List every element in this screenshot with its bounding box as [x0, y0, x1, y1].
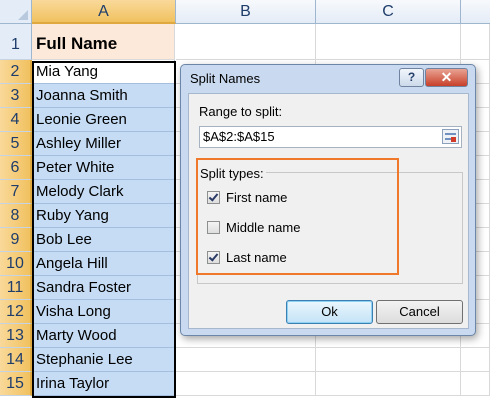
row-header[interactable]: 12 [0, 300, 32, 324]
name-cell[interactable]: Visha Long [32, 300, 175, 324]
name-cell[interactable]: Irina Taylor [32, 372, 175, 396]
column-header-b[interactable]: B [176, 0, 316, 24]
name-cell[interactable]: Leonie Green [32, 108, 175, 132]
name-cell[interactable]: Stephanie Lee [32, 348, 175, 372]
row-header[interactable]: 8 [0, 204, 32, 228]
name-cell[interactable]: Ashley Miller [32, 132, 175, 156]
help-button[interactable]: ? [399, 68, 424, 87]
row-header[interactable]: 5 [0, 132, 32, 156]
empty-cell[interactable] [461, 372, 490, 396]
column-header-c[interactable]: C [316, 0, 461, 24]
row-header[interactable]: 11 [0, 276, 32, 300]
select-all-corner[interactable] [0, 0, 32, 24]
split-names-dialog: Split Names ? ✕ Range to split: $A$2:$A$… [180, 64, 476, 336]
close-button[interactable]: ✕ [425, 68, 468, 87]
column-header-d[interactable] [461, 0, 490, 24]
empty-cell[interactable] [461, 348, 490, 372]
row-header[interactable]: 9 [0, 228, 32, 252]
select-all-triangle-icon [18, 10, 28, 20]
row-header[interactable]: 15 [0, 372, 32, 396]
row-header[interactable]: 2 [0, 60, 32, 84]
range-label: Range to split: [199, 104, 283, 119]
row-header[interactable]: 10 [0, 252, 32, 276]
name-cell[interactable]: Ruby Yang [32, 204, 175, 228]
empty-cell[interactable] [316, 348, 461, 372]
row-header[interactable]: 13 [0, 324, 32, 348]
range-value: $A$2:$A$15 [203, 129, 275, 144]
empty-cell[interactable] [461, 24, 490, 60]
row-header[interactable]: 14 [0, 348, 32, 372]
name-cell[interactable]: Sandra Foster [32, 276, 175, 300]
range-input[interactable]: $A$2:$A$15 [199, 126, 462, 148]
name-cell[interactable]: Marty Wood [32, 324, 175, 348]
name-cell[interactable]: Mia Yang [32, 60, 175, 84]
dialog-title: Split Names [190, 71, 261, 86]
range-picker-icon[interactable] [442, 129, 459, 144]
dialog-body: Range to split: $A$2:$A$15 Split types: … [188, 93, 469, 329]
empty-cell[interactable] [316, 24, 461, 60]
split-types-highlight [196, 158, 399, 275]
name-cell[interactable]: Bob Lee [32, 228, 175, 252]
empty-cell[interactable] [176, 372, 316, 396]
empty-cell[interactable] [316, 372, 461, 396]
cancel-button[interactable]: Cancel [376, 300, 463, 324]
name-cell[interactable]: Melody Clark [32, 180, 175, 204]
row-header[interactable]: 3 [0, 84, 32, 108]
row-header[interactable]: 1 [0, 24, 32, 60]
row-header[interactable]: 4 [0, 108, 32, 132]
ok-button[interactable]: Ok [286, 300, 373, 324]
row-header[interactable]: 6 [0, 156, 32, 180]
name-cell[interactable]: Angela Hill [32, 252, 175, 276]
name-cell[interactable]: Peter White [32, 156, 175, 180]
empty-cell[interactable] [176, 24, 316, 60]
dialog-titlebar[interactable]: Split Names ? ✕ [181, 65, 475, 91]
row-header[interactable]: 7 [0, 180, 32, 204]
column-header-a[interactable]: A [32, 0, 176, 24]
empty-cell[interactable] [176, 348, 316, 372]
column-title-cell[interactable]: Full Name [32, 24, 175, 60]
name-cell[interactable]: Joanna Smith [32, 84, 175, 108]
